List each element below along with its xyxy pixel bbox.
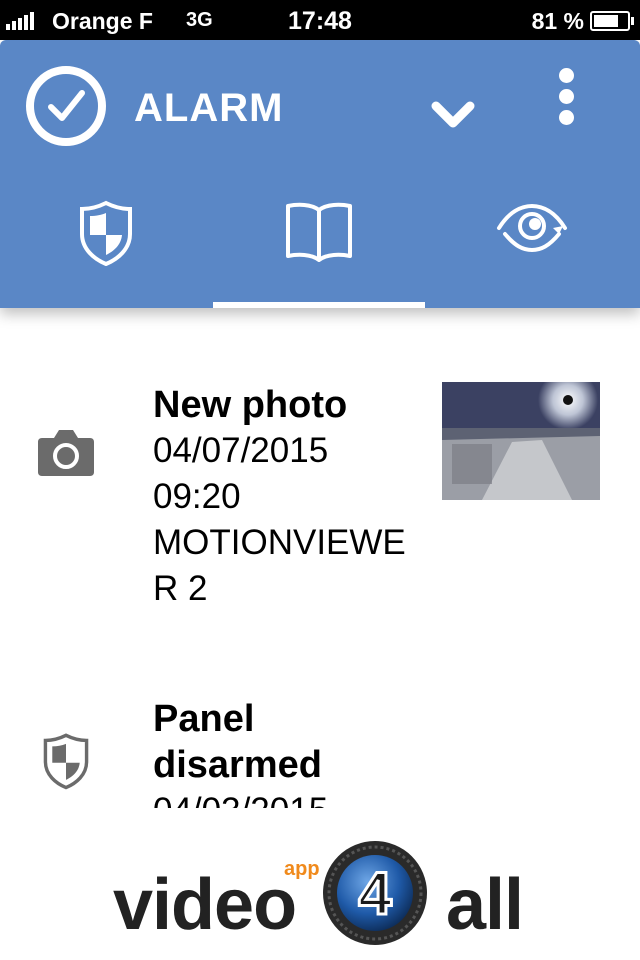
book-icon: [286, 202, 352, 262]
checkmark-glyph: [48, 90, 85, 121]
event-title-line2: disarmed: [153, 744, 322, 786]
event-text: New photo 04/07/2015 09:20 MOTIONVIEWE R…: [153, 382, 423, 612]
check-circle-icon: [26, 66, 106, 146]
battery-fill: [594, 15, 618, 27]
battery-percent: 81 %: [531, 8, 584, 34]
tab-monitoring[interactable]: [426, 190, 638, 308]
brand-superscript: app: [284, 858, 320, 880]
list-item[interactable]: Panel disarmed 04/03/2015: [0, 638, 640, 808]
tab-log[interactable]: [213, 190, 425, 308]
shield-icon: [43, 733, 89, 790]
event-source-cont: R 2: [153, 569, 208, 608]
camera-icon: [38, 430, 94, 476]
more-vert-icon[interactable]: [552, 68, 580, 132]
brand-lens-logo: 4: [323, 841, 427, 945]
menu-dot: [558, 110, 574, 125]
event-title-line1: Panel: [153, 698, 255, 740]
thumbnail-scene: [442, 382, 600, 500]
brand-number: 4: [358, 860, 392, 927]
tab-bar: [0, 190, 640, 308]
shield-icon: [80, 200, 132, 266]
photo-thumbnail[interactable]: [442, 382, 600, 500]
tab-security[interactable]: [0, 190, 212, 308]
battery-icon: [590, 11, 634, 31]
chevron-down-icon[interactable]: [428, 98, 478, 134]
menu-dot: [558, 89, 574, 104]
event-title: New photo: [153, 384, 348, 426]
menu-dot: [558, 68, 574, 83]
brand-word-all: all: [446, 865, 524, 945]
event-text: Panel disarmed 04/03/2015: [153, 696, 423, 808]
status-bar: Orange F 3G 17:48 81 %: [0, 0, 640, 40]
brand-footer: video app 4 all: [0, 808, 640, 960]
brand-word-video: video: [113, 865, 297, 945]
app-title: ALARM: [134, 86, 284, 130]
eye-icon: [497, 203, 567, 253]
event-time: 09:20: [153, 477, 241, 516]
event-source: MOTIONVIEWE: [153, 523, 406, 562]
app-header: ALARM: [0, 40, 640, 308]
battery-nub: [631, 17, 634, 25]
list-item[interactable]: New photo 04/07/2015 09:20 MOTIONVIEWE R…: [0, 308, 640, 638]
event-date: 04/03/2015: [153, 788, 423, 808]
event-list: New photo 04/07/2015 09:20 MOTIONVIEWE R…: [0, 308, 640, 808]
event-date: 04/07/2015: [153, 431, 329, 470]
